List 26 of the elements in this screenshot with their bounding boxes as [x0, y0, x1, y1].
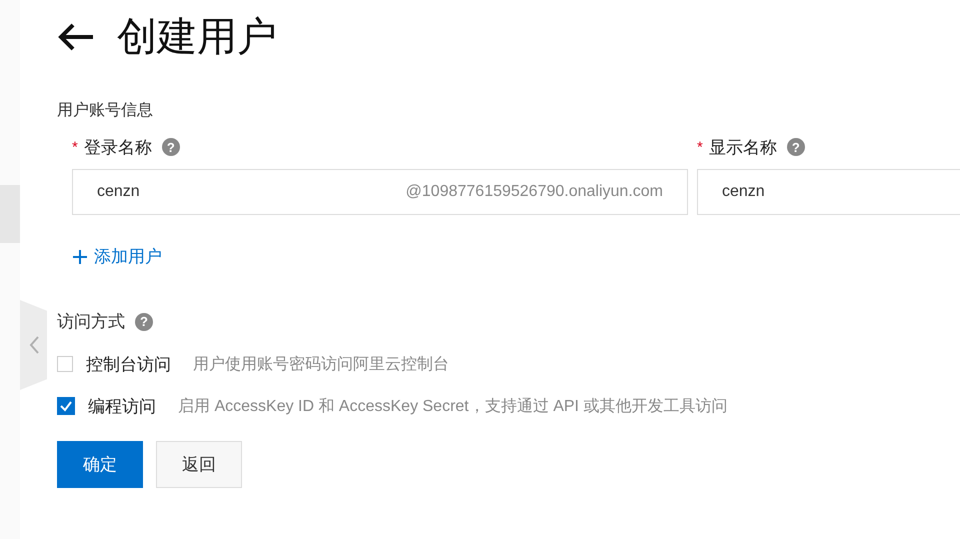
- help-icon[interactable]: ?: [162, 138, 180, 156]
- plus-icon: [72, 248, 88, 264]
- input-field[interactable]: cenzn: [697, 169, 960, 215]
- chevron-left-icon: [28, 335, 40, 355]
- required-mark: *: [697, 138, 703, 156]
- back-arrow-icon[interactable]: [57, 22, 95, 52]
- option-label[interactable]: 编程访问: [88, 394, 156, 418]
- page-title: 创建用户: [117, 14, 277, 60]
- help-icon[interactable]: ?: [135, 312, 153, 330]
- field-label: 登录名称: [84, 136, 152, 158]
- confirm-button[interactable]: 确定: [57, 441, 143, 488]
- option-description: 用户使用账号密码访问阿里云控制台: [193, 354, 449, 374]
- input-field[interactable]: cenzn @1098776159526790.onaliyun.com: [72, 169, 688, 215]
- required-mark: *: [72, 138, 78, 156]
- field-label: 显示名称: [708, 136, 777, 158]
- back-button[interactable]: 返回: [156, 441, 242, 488]
- checkbox[interactable]: [57, 397, 75, 415]
- add-user-link[interactable]: 添加用户: [72, 245, 162, 268]
- check-icon: [59, 399, 73, 413]
- section-heading: 访问方式: [57, 311, 125, 333]
- option-description: 启用 AccessKey ID 和 AccessKey Secret，支持通过 API 或其他开发工具访问: [178, 396, 728, 416]
- option-label[interactable]: 控制台访问: [86, 352, 171, 376]
- domain-suffix: @1098776159526790.onaliyun.com: [406, 183, 663, 201]
- section-heading: 用户账号信息: [57, 100, 154, 121]
- sidebar-panel: [0, 185, 20, 243]
- help-icon[interactable]: ?: [786, 138, 805, 156]
